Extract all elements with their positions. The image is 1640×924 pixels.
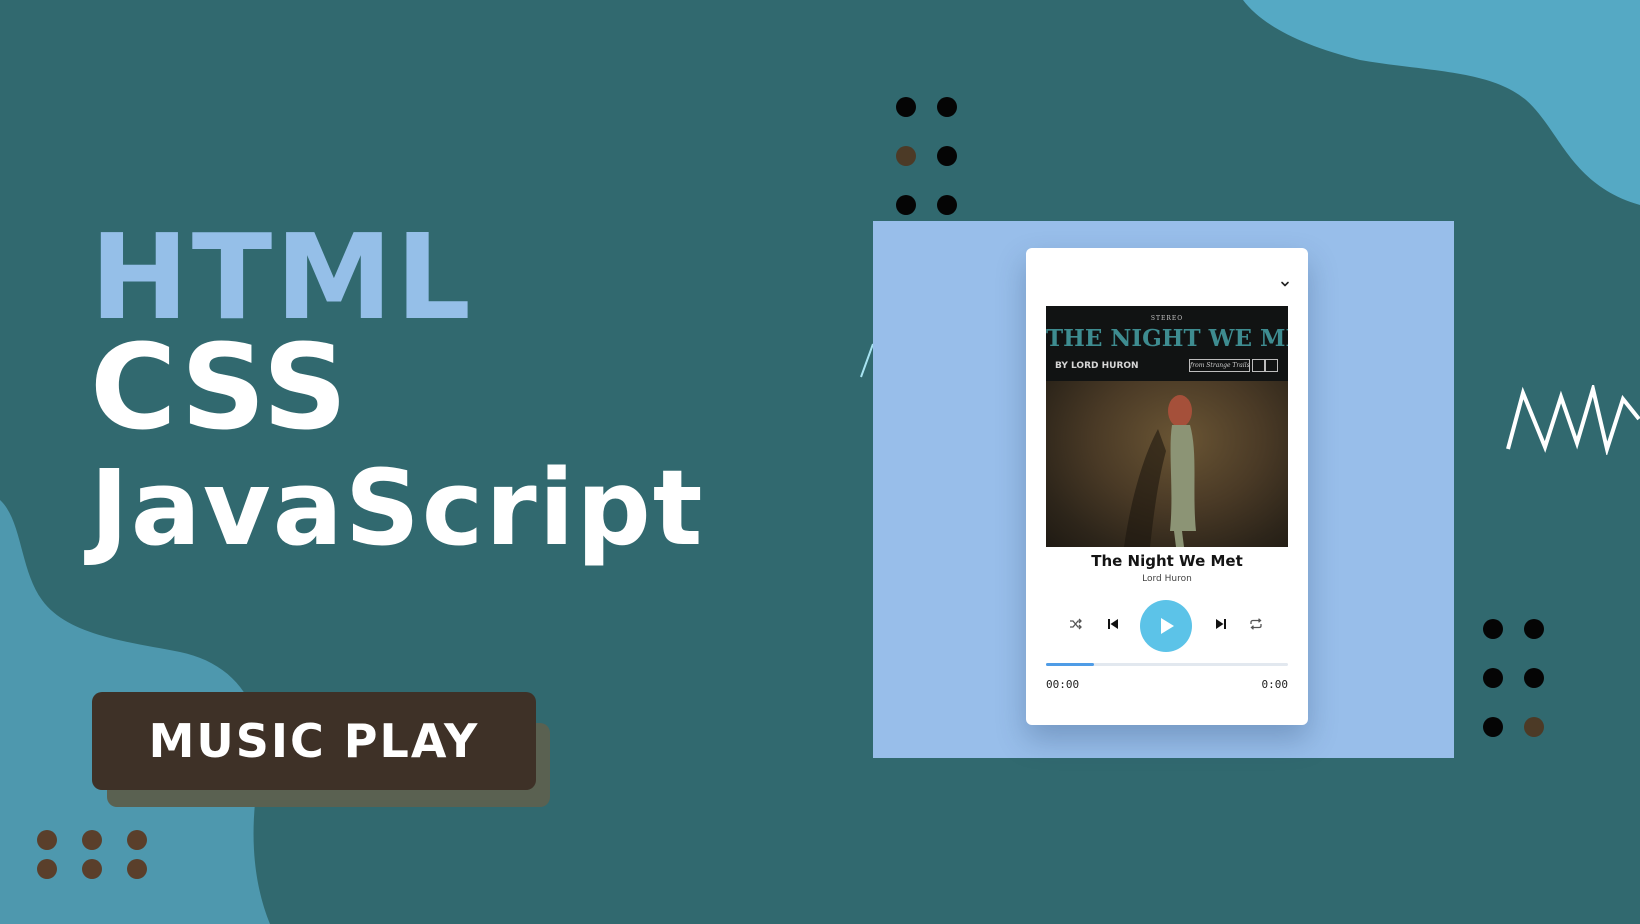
dot	[1524, 717, 1544, 737]
badge-label: MUSIC PLAY	[148, 714, 480, 768]
dot	[82, 859, 102, 879]
dot-grid-right	[1483, 619, 1544, 737]
spark-stroke	[860, 343, 874, 378]
dot	[937, 146, 957, 166]
dot	[82, 830, 102, 850]
dot-grid-bottom-left	[37, 830, 147, 879]
cover-artist: BY LORD HURON	[1055, 361, 1139, 371]
cover-logo	[1265, 359, 1278, 372]
skip-next-icon	[1216, 619, 1226, 629]
skip-previous-icon	[1108, 619, 1118, 629]
dot	[937, 195, 957, 215]
progress-fill	[1046, 663, 1095, 666]
music-play-badge: MUSIC PLAY	[92, 692, 536, 790]
next-button[interactable]	[1213, 616, 1229, 632]
progress-bar[interactable]	[1046, 663, 1288, 666]
chevron-down-icon[interactable]	[1279, 278, 1291, 290]
current-time: 00:00	[1046, 678, 1080, 691]
dot	[937, 97, 957, 117]
previous-button[interactable]	[1105, 616, 1121, 632]
headline-javascript: JavaScript	[90, 447, 705, 569]
dot	[896, 146, 916, 166]
dot	[1524, 668, 1544, 688]
repeat-button[interactable]	[1248, 616, 1264, 632]
song-title: The Night We Met	[1091, 552, 1243, 570]
cover-title: THE NIGHT WE MET	[1046, 325, 1288, 352]
play-icon	[1161, 618, 1174, 634]
zigzag-decoration	[1506, 385, 1640, 455]
play-button[interactable]	[1140, 600, 1192, 652]
top-right-blob	[1243, 0, 1640, 205]
total-time: 0:00	[1261, 678, 1289, 691]
cover-logo	[1252, 359, 1265, 372]
music-player-card: STEREO THE NIGHT WE MET BY LORD HURON fr…	[1026, 248, 1308, 725]
dot	[1483, 717, 1503, 737]
shuffle-icon	[1070, 618, 1082, 630]
cover-tag: from Strange Trails	[1189, 359, 1250, 372]
shuffle-button[interactable]	[1068, 616, 1084, 632]
dot	[1483, 619, 1503, 639]
cover-figure	[1124, 395, 1196, 547]
headline-css: CSS	[90, 318, 350, 456]
cover-stereo-label: STEREO	[1150, 315, 1184, 322]
dot	[127, 830, 147, 850]
dot	[1483, 668, 1503, 688]
song-artist: Lord Huron	[1142, 574, 1192, 584]
dot	[127, 859, 147, 879]
dot	[896, 97, 916, 117]
album-cover: STEREO THE NIGHT WE MET BY LORD HURON fr…	[1046, 306, 1288, 547]
dot	[896, 195, 916, 215]
dot	[1524, 619, 1544, 639]
dot-grid-top	[896, 97, 957, 215]
dot	[37, 859, 57, 879]
dot	[37, 830, 57, 850]
repeat-icon	[1250, 618, 1262, 630]
